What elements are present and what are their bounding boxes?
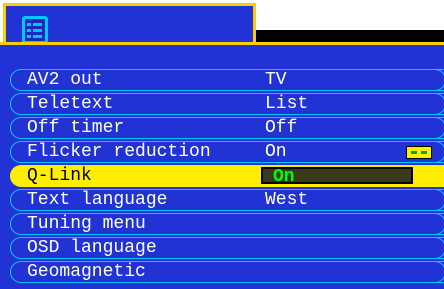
menu-item-text-language[interactable]: Text language West bbox=[10, 188, 444, 211]
menu-item-label: Tuning menu bbox=[27, 214, 146, 234]
selected-value-box[interactable]: On bbox=[261, 167, 413, 187]
menu-item-value: On bbox=[265, 142, 287, 162]
menu-item-label: AV2 out bbox=[27, 70, 103, 90]
menu-item-off-timer[interactable]: Off timer Off bbox=[10, 116, 444, 139]
menu-item-label: Q-Link bbox=[27, 166, 92, 186]
tv-osd-screen: AV2 out TV Teletext List Off timer Off F… bbox=[0, 0, 444, 289]
menu-panel: AV2 out TV Teletext List Off timer Off F… bbox=[0, 42, 444, 289]
menu-item-q-link[interactable]: Q-Link On bbox=[10, 165, 444, 187]
menu-item-value: TV bbox=[265, 70, 287, 90]
option-indicator-icon bbox=[406, 146, 432, 159]
menu-item-av2-out[interactable]: AV2 out TV bbox=[10, 68, 444, 91]
menu-item-value: On bbox=[273, 167, 295, 187]
menu-item-label: Teletext bbox=[27, 94, 114, 114]
menu-list: AV2 out TV Teletext List Off timer Off F… bbox=[0, 68, 444, 285]
menu-item-flicker-reduction[interactable]: Flicker reduction On bbox=[10, 140, 444, 163]
menu-item-geomagnetic[interactable]: Geomagnetic bbox=[10, 260, 444, 283]
menu-item-label: OSD language bbox=[27, 238, 157, 258]
menu-item-label: Geomagnetic bbox=[27, 262, 146, 282]
header-shadow bbox=[256, 30, 444, 42]
menu-list-icon bbox=[22, 16, 48, 44]
menu-item-label: Flicker reduction bbox=[27, 142, 211, 162]
menu-item-label: Text language bbox=[27, 190, 168, 210]
menu-item-tuning-menu[interactable]: Tuning menu bbox=[10, 212, 444, 235]
menu-item-value: West bbox=[265, 190, 309, 210]
menu-item-teletext[interactable]: Teletext List bbox=[10, 92, 444, 115]
menu-item-label: Off timer bbox=[27, 118, 125, 138]
menu-item-value: Off bbox=[265, 118, 298, 138]
menu-item-osd-language[interactable]: OSD language bbox=[10, 236, 444, 259]
menu-item-value: List bbox=[265, 94, 309, 114]
